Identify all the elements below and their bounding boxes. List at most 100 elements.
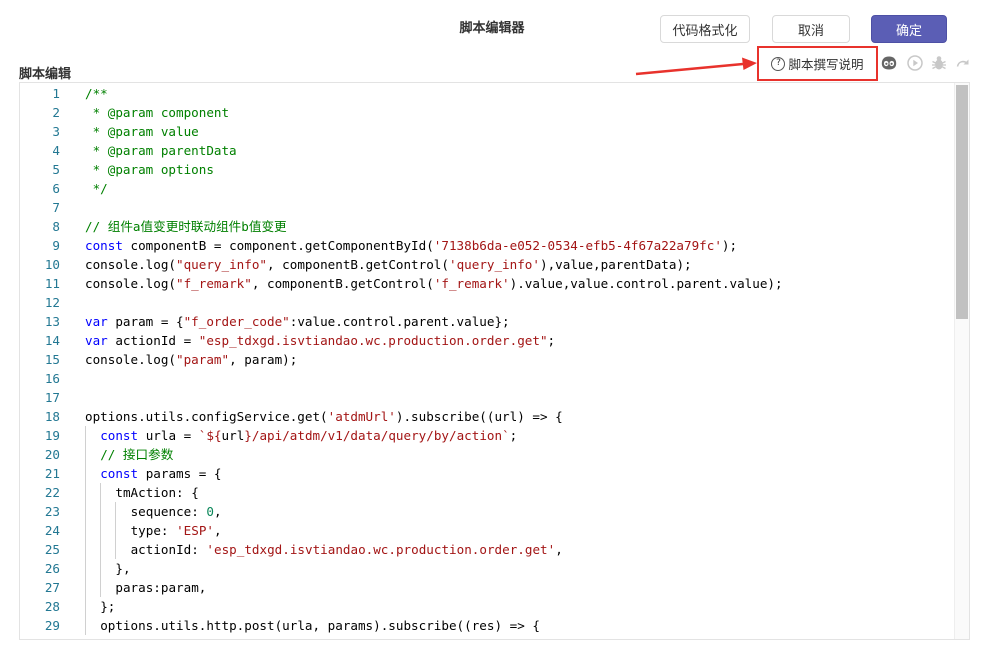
code-text: paras:param, (115, 578, 206, 597)
indent-guide (100, 578, 102, 597)
code-line: 8 // 组件a值变更时联动组件b值变更 (20, 217, 969, 236)
line-number: 16 (44, 371, 60, 386)
indent-guide (85, 521, 86, 540)
code-token: , param); (229, 352, 298, 367)
code-token: const (100, 428, 139, 443)
indent-guide (85, 426, 86, 445)
code-token: actionId: (130, 542, 207, 557)
code-line: 18 options.utils.configService.get('atdmU… (20, 407, 969, 426)
code-token: console.log( (85, 276, 176, 291)
line-number: 10 (44, 257, 60, 272)
code-text: const componentB = component.getComponen… (85, 236, 737, 255)
code-text: // 接口参数 (100, 445, 173, 464)
line-number: 11 (44, 276, 60, 291)
code-text: * @param parentData (85, 141, 237, 160)
code-token: */ (85, 181, 108, 196)
code-token: var (85, 314, 108, 329)
robot-icon[interactable] (880, 54, 898, 72)
code-line: 11 console.log("f_remark", componentB.get… (20, 274, 969, 293)
code-token: url (221, 428, 245, 443)
code-token: * @param component (85, 105, 230, 120)
code-text: // 组件a值变更时联动组件b值变更 (85, 217, 287, 236)
code-token: actionId = (107, 333, 199, 348)
code-text: var param = {"f_order_code":value.contro… (85, 312, 510, 331)
line-number: 18 (44, 409, 60, 424)
code-token: options.utils.configService.get( (85, 409, 328, 424)
indent-guide (85, 502, 86, 521)
code-token: , componentB.getControl( (267, 257, 449, 272)
cancel-button[interactable]: 取消 (772, 15, 850, 43)
play-icon[interactable] (906, 54, 924, 72)
code-token: }/api/atdm/v1/data/query/by/action` (244, 428, 510, 443)
code-text: type: 'ESP', (131, 521, 222, 540)
confirm-button[interactable]: 确定 (871, 15, 947, 43)
code-line: 29 options.utils.http.post(urla, params).… (20, 616, 969, 635)
code-line: 12 (20, 293, 969, 312)
code-text: }; (100, 597, 115, 616)
code-token: sequence: (130, 504, 207, 519)
indent-guide (100, 540, 102, 559)
code-line: 16 (20, 369, 969, 388)
code-line: 13 var param = {"f_order_code":value.cont… (20, 312, 969, 331)
line-number: 25 (44, 542, 60, 557)
code-line: 26}, (20, 559, 969, 578)
code-token: * @param value (85, 124, 199, 139)
line-number: 20 (44, 447, 60, 462)
format-code-button[interactable]: 代码格式化 (660, 15, 750, 43)
code-line: 21 const params = { (20, 464, 969, 483)
code-token: , (214, 504, 222, 519)
code-line: 24 type: 'ESP', (20, 521, 969, 540)
code-token: 'ESP' (176, 523, 215, 538)
indent-guide (85, 464, 86, 483)
code-line: 22 tmAction: { (20, 483, 969, 502)
code-text: var actionId = "esp_tdxgd.isvtiandao.wc.… (85, 331, 555, 350)
line-number: 7 (52, 200, 60, 215)
scrollbar-thumb[interactable] (956, 85, 968, 319)
code-line: 6 */ (20, 179, 969, 198)
code-token: ; (547, 333, 556, 348)
code-line: 4 * @param parentData (20, 141, 969, 160)
code-line: 23 sequence: 0, (20, 502, 969, 521)
code-text: * @param options (85, 160, 214, 179)
code-text: console.log("param", param); (85, 350, 297, 369)
code-token: params = { (138, 466, 222, 481)
indent-guide (115, 502, 117, 521)
code-line: 9 const componentB = component.getCompone… (20, 236, 969, 255)
code-token: , (555, 542, 563, 557)
code-token: 'f_remark' (433, 276, 510, 291)
code-token: 0 (206, 504, 215, 519)
indent-guide (85, 540, 86, 559)
code-token: , (214, 523, 222, 538)
code-line: 25 actionId: 'esp_tdxgd.isvtiandao.wc.pro… (20, 540, 969, 559)
code-token: 'query_info' (448, 257, 540, 272)
code-token: type: (130, 523, 177, 538)
indent-guide (85, 445, 86, 464)
code-line: 1 /** (20, 84, 969, 103)
code-text: sequence: 0, (131, 502, 222, 521)
code-token: 'atdmUrl' (327, 409, 396, 424)
script-help-label: 脚本撰写说明 (788, 57, 864, 72)
indent-guide (115, 521, 117, 540)
code-text: options.utils.configService.get('atdmUrl… (85, 407, 563, 426)
code-token: tmAction: { (115, 485, 199, 500)
redo-icon[interactable] (954, 54, 972, 72)
code-token: var (85, 333, 108, 348)
code-token: ; (509, 428, 518, 443)
line-number: 5 (52, 162, 60, 177)
code-line: 3 * @param value (20, 122, 969, 141)
debug-bug-icon[interactable] (930, 54, 948, 72)
line-number: 2 (52, 105, 60, 120)
code-token: /** (85, 86, 108, 101)
code-token: // 组件a值变更时联动组件b值变更 (85, 219, 287, 234)
indent-guide (85, 559, 86, 578)
code-line: 20 // 接口参数 (20, 445, 969, 464)
code-token: :value.control.parent.value}; (289, 314, 510, 329)
code-token: "esp_tdxgd.isvtiandao.wc.production.orde… (198, 333, 548, 348)
code-line: 14 var actionId = "esp_tdxgd.isvtiandao.w… (20, 331, 969, 350)
code-editor[interactable]: 1/** 2 * @param component 3 * @param value… (19, 82, 970, 640)
code-text: * @param component (85, 103, 229, 122)
script-help-link[interactable]: ? 脚本撰写说明 (757, 46, 878, 81)
editor-scrollbar[interactable] (954, 83, 969, 639)
code-token: }, (115, 561, 131, 576)
indent-guide (85, 597, 86, 616)
